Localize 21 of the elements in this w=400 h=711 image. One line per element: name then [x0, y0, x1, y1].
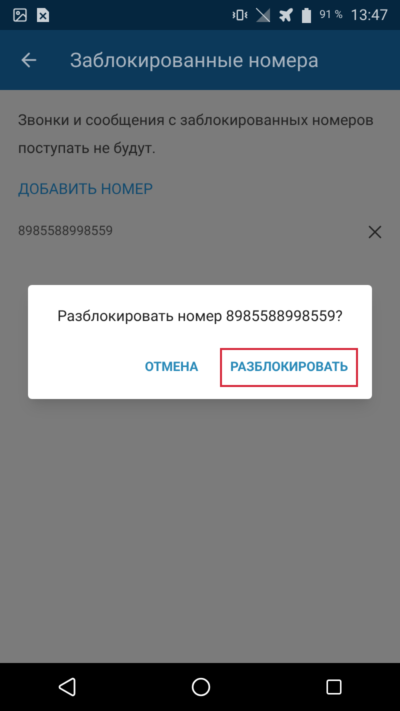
- back-nav-button[interactable]: [57, 677, 77, 697]
- square-icon: [325, 678, 343, 696]
- no-signal-icon: [256, 8, 270, 22]
- dialog-button[interactable]: РАЗБЛОКИРОВАТЬ: [220, 348, 358, 387]
- clock: 13:47: [350, 4, 388, 26]
- battery-percentage: 91 %: [319, 6, 343, 23]
- battery-icon: [302, 8, 312, 22]
- image-icon: [12, 7, 28, 23]
- sim-card-icon: [36, 7, 50, 23]
- screen-title: Заблокированные номера: [70, 47, 319, 74]
- circle-icon: [191, 677, 211, 697]
- airplane-icon: [278, 7, 294, 23]
- blocked-number: 8985588998559: [18, 223, 113, 242]
- triangle-icon: [57, 677, 77, 697]
- dialog-message: Разблокировать номер 8985588998559?: [56, 306, 344, 327]
- add-number-link[interactable]: ДОБАВИТЬ НОМЕР: [18, 178, 153, 200]
- dialog-button[interactable]: ОТМЕНА: [134, 348, 208, 387]
- description-text: Звонки и сообщения с заблокированных номеров поступать не будут.: [18, 110, 375, 159]
- vibrate-icon: [232, 7, 248, 23]
- recents-button[interactable]: [325, 678, 343, 696]
- home-button[interactable]: [191, 677, 211, 697]
